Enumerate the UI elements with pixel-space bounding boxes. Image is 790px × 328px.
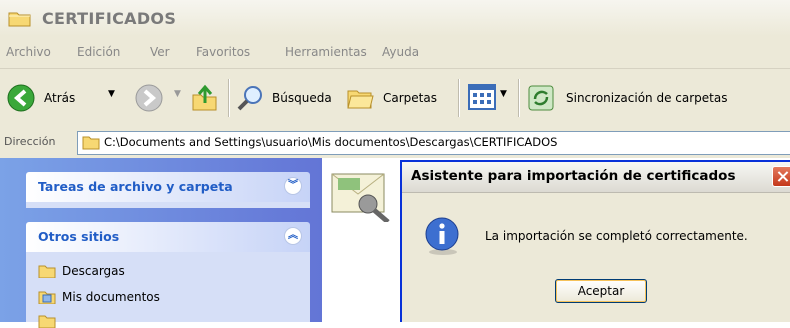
collapse-chevron-icon[interactable]: ︽ [284,227,302,245]
file-tasks-panel-header[interactable]: Tareas de archivo y carpeta ︾ [26,172,310,202]
certificate-file-icon[interactable] [330,166,394,222]
views-icon [468,84,496,110]
back-dropdown-icon[interactable]: ▼ [108,89,115,99]
dialog-title: Asistente para importación de certificad… [411,168,736,184]
expand-chevron-icon[interactable]: ︾ [284,177,302,195]
forward-dropdown-icon[interactable]: ▼ [174,89,181,99]
folder-icon [38,265,56,278]
other-places-panel-header[interactable]: Otros sitios ︽ [26,222,310,252]
address-label: Dirección [4,135,56,148]
views-button[interactable]: ▼ [466,83,512,113]
other-place-link-descargas[interactable]: Descargas [62,264,125,278]
forward-arrow-icon [135,84,163,112]
back-button[interactable]: Atrás ▼ [6,83,126,113]
other-places-panel-body: Descargas Mis documentos [26,252,310,328]
sync-icon [528,85,554,111]
sync-label: Sincronización de carpetas [566,91,728,105]
folder-icon [38,315,56,328]
folders-icon [347,90,374,109]
window-titlebar: CERTIFICADOS [0,0,790,37]
menu-archivo[interactable]: Archivo [6,45,51,59]
menu-ayuda[interactable]: Ayuda [382,45,419,59]
toolbar: Atrás ▼ ▼ Búsqueda Carpetas ▼ Sincroniza… [0,69,790,128]
folders-button[interactable]: Carpetas [346,83,450,113]
menu-ver[interactable]: Ver [150,45,170,59]
back-label: Atrás [44,91,76,105]
menu-edicion[interactable]: Edición [77,45,120,59]
back-arrow-icon [7,84,35,112]
menu-herramientas[interactable]: Herramientas [285,45,367,59]
task-pane: Tareas de archivo y carpeta ︾ Otros siti… [0,158,322,328]
file-tasks-panel-body [26,202,310,208]
folder-icon [8,12,31,27]
close-icon[interactable] [772,166,790,187]
dialog-message: La importación se completó correctamente… [485,229,748,243]
info-icon [425,217,459,255]
search-label: Búsqueda [272,91,332,105]
my-documents-icon [38,291,56,304]
import-success-dialog: Asistente para importación de certificad… [400,160,790,322]
folder-icon [82,136,100,150]
address-field[interactable]: C:\Documents and Settings\usuario\Mis do… [77,131,790,155]
menu-bar: Archivo Edición Ver Favoritos Herramient… [0,36,790,69]
sync-folders-button[interactable]: Sincronización de carpetas [526,83,756,113]
window-title: CERTIFICADOS [42,9,177,28]
other-place-link-mis-documentos[interactable]: Mis documentos [62,290,160,304]
other-places-title: Otros sitios [38,229,120,244]
dialog-titlebar: Asistente para importación de certificad… [402,162,790,193]
forward-button[interactable]: ▼ [130,83,188,113]
search-button[interactable]: Búsqueda [236,83,340,113]
address-bar: Dirección C:\Documents and Settings\usua… [0,127,790,159]
file-tasks-title: Tareas de archivo y carpeta [38,179,233,194]
menu-favoritos[interactable]: Favoritos [196,45,250,59]
search-icon [237,86,262,111]
views-dropdown-icon: ▼ [500,89,507,99]
ok-button[interactable]: Aceptar [555,279,647,303]
folders-label: Carpetas [383,91,437,105]
up-folder-icon[interactable] [190,83,220,113]
address-path: C:\Documents and Settings\usuario\Mis do… [104,135,558,149]
